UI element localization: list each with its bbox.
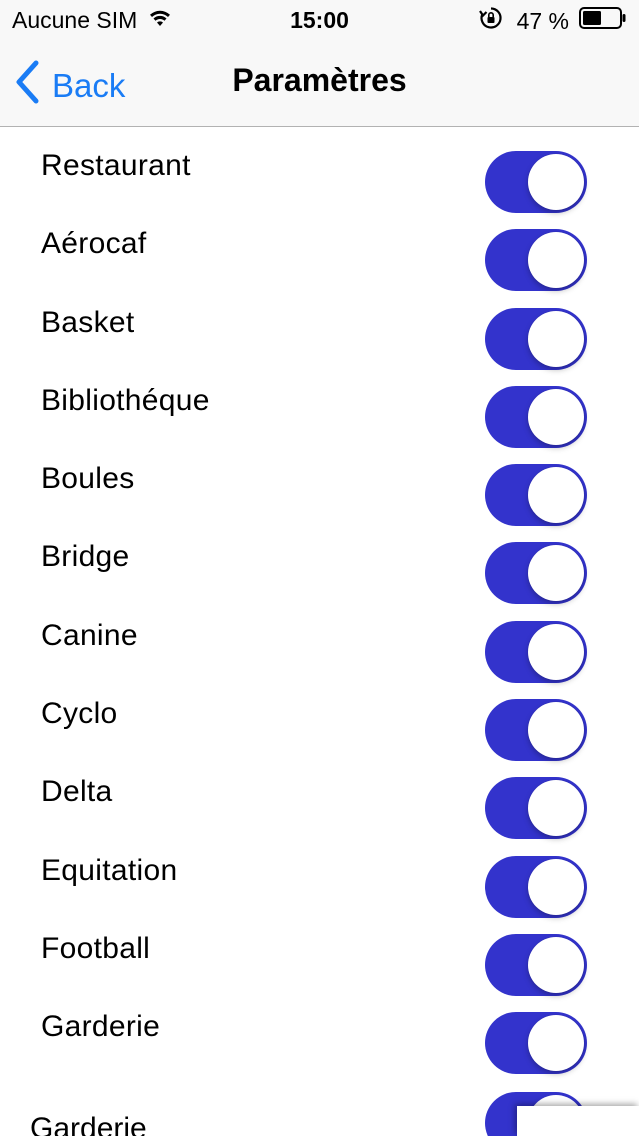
setting-row: Cyclo: [0, 675, 639, 762]
setting-row: Football: [0, 910, 639, 996]
setting-row: Aérocaf: [0, 205, 639, 292]
setting-row: Garderie: [0, 988, 639, 1075]
setting-toggle[interactable]: [485, 229, 587, 292]
setting-row: Bridge: [0, 518, 639, 605]
setting-label: Canine: [41, 618, 138, 652]
settings-screen: Aucune SIM 15:00 47 % Back Paramètres Re…: [0, 0, 639, 1136]
setting-row: Boules: [0, 440, 639, 527]
setting-toggle[interactable]: [485, 307, 587, 370]
orientation-lock-icon: [478, 6, 503, 36]
toggle-knob: [528, 232, 584, 289]
setting-label: Restaurant: [41, 149, 191, 182]
navigation-bar: Back Paramètres: [0, 40, 639, 127]
setting-toggle[interactable]: [485, 151, 587, 213]
setting-toggle[interactable]: [485, 542, 587, 605]
setting-toggle[interactable]: [485, 777, 587, 840]
setting-row: Restaurant: [0, 127, 639, 213]
setting-row: Delta: [0, 753, 639, 840]
setting-label: Basket: [41, 305, 135, 339]
battery-icon: [579, 7, 627, 35]
status-right: 47 %: [478, 6, 627, 36]
setting-row: Bibliothéque: [0, 362, 639, 448]
toggle-knob: [528, 545, 584, 602]
setting-toggle[interactable]: [485, 1012, 587, 1075]
setting-toggle[interactable]: [485, 464, 587, 527]
setting-label: Bibliothéque: [41, 383, 210, 417]
toggle-knob: [528, 702, 584, 759]
setting-toggle[interactable]: [485, 933, 587, 996]
toggle-knob: [528, 780, 584, 837]
setting-label: Delta: [41, 775, 113, 809]
setting-toggle[interactable]: [485, 385, 587, 448]
toggle-knob: [528, 467, 584, 524]
setting-toggle[interactable]: [485, 855, 587, 918]
setting-row: Basket: [0, 284, 639, 370]
setting-label: Football: [41, 931, 151, 965]
setting-label: Aérocaf: [41, 227, 147, 261]
setting-row: Canine: [0, 597, 639, 683]
toggle-knob: [528, 310, 584, 367]
setting-label: Bridge: [41, 540, 130, 574]
setting-toggle[interactable]: [485, 699, 587, 762]
toggle-knob: [528, 154, 584, 210]
setting-label: Equitation: [41, 853, 178, 887]
setting-toggle[interactable]: [485, 620, 587, 683]
page-title: Paramètres: [232, 62, 407, 98]
toggle-knob: [528, 858, 584, 915]
toggle-knob: [528, 623, 584, 680]
setting-row: Equitation: [0, 832, 639, 918]
floating-overlay: [517, 1106, 639, 1136]
toggle-knob: [528, 936, 584, 993]
toggle-knob: [528, 388, 584, 445]
status-bar: Aucune SIM 15:00 47 %: [0, 0, 639, 40]
toggle-knob: [528, 1015, 584, 1072]
setting-label-partial: Garderie: [30, 1112, 147, 1136]
settings-list: Restaurant Aérocaf Basket Bibliothéque B…: [0, 127, 639, 1075]
setting-label: Garderie: [41, 1010, 161, 1044]
setting-label: Cyclo: [41, 697, 118, 731]
battery-percentage: 47 %: [516, 7, 569, 34]
setting-label: Boules: [41, 462, 135, 496]
